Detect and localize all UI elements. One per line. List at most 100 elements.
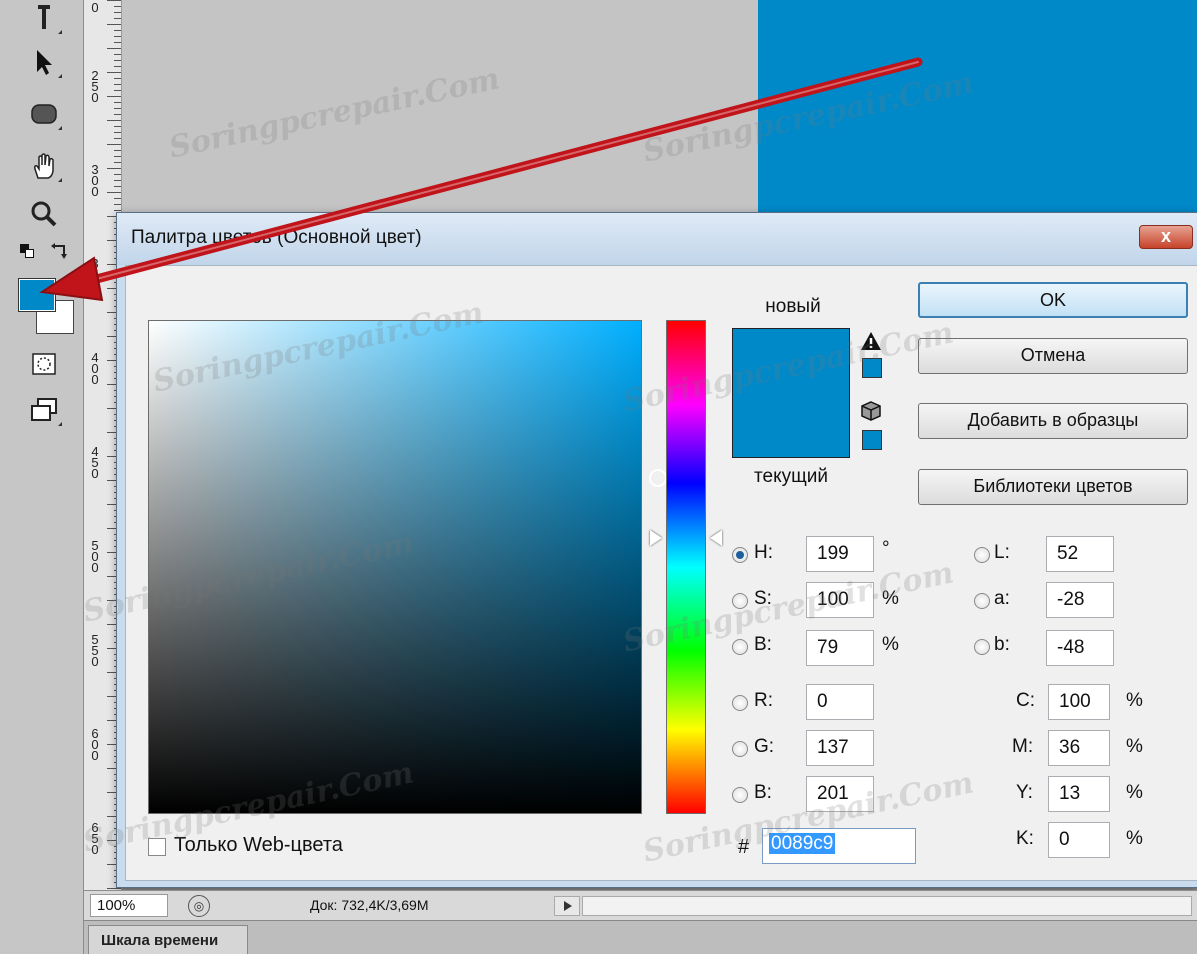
black-field[interactable]: 0 (1048, 822, 1110, 858)
canvas-blue-area[interactable] (758, 0, 1197, 215)
ruler-tick (114, 156, 121, 157)
blue-field[interactable]: 201 (806, 776, 874, 812)
ruler-tick (114, 174, 121, 175)
dialog-body: новый текущий OK Отмена Добавить в образ… (125, 265, 1197, 881)
blue-radio[interactable] (732, 787, 748, 803)
lab-a-field[interactable]: -28 (1046, 582, 1114, 618)
path-selection-tool[interactable] (22, 44, 66, 80)
zoom-tool-icon (31, 201, 57, 227)
hue-slider-left-arrow-icon[interactable] (650, 530, 662, 546)
saturation-field[interactable]: 100 (806, 582, 874, 618)
ruler-tick (114, 6, 121, 7)
lab-l-field[interactable]: 52 (1046, 536, 1114, 572)
ok-button[interactable]: OK (918, 282, 1188, 318)
default-colors-icon[interactable] (20, 244, 34, 258)
status-bar: 100% ◎ Док: 732,4K/3,69M (84, 890, 1197, 920)
canvas-gray-area[interactable] (122, 0, 758, 215)
blue-label: B: (754, 782, 772, 803)
ruler-tick (114, 42, 121, 43)
lab-b-label: b: (994, 634, 1010, 655)
ruler-label: 250 (91, 68, 99, 105)
status-menu-arrow-icon[interactable] (554, 896, 580, 916)
ruler-label: 0 (91, 0, 99, 15)
rounded-rectangle-tool[interactable] (22, 96, 66, 132)
ruler-tick (107, 96, 121, 97)
color-libraries-button[interactable]: Библиотеки цветов (918, 469, 1188, 505)
ruler-tick (114, 90, 121, 91)
timeline-tab[interactable]: Шкала времени (88, 925, 248, 954)
hue-field[interactable]: 199 (806, 536, 874, 572)
saturation-radio[interactable] (732, 593, 748, 609)
red-label: R: (754, 690, 773, 711)
hand-tool[interactable] (22, 148, 66, 184)
ruler-tick (114, 150, 121, 151)
color-field[interactable] (148, 320, 667, 814)
add-to-swatches-button[interactable]: Добавить в образцы (918, 403, 1188, 439)
cyan-field[interactable]: 100 (1048, 684, 1110, 720)
hue-radio[interactable] (732, 547, 748, 563)
screen-mode-icon (31, 398, 57, 421)
ruler-tick (114, 204, 121, 205)
current-color-swatch[interactable] (732, 393, 850, 458)
status-info-icon[interactable]: ◎ (188, 895, 210, 917)
screen-mode-tool[interactable] (22, 392, 66, 428)
ruler-tick (114, 138, 121, 139)
new-color-swatch (732, 328, 850, 393)
color-field-marker[interactable] (649, 469, 667, 487)
brightness-field[interactable]: 79 (806, 630, 874, 666)
ruler-tick (107, 72, 121, 73)
black-label: K: (1016, 828, 1034, 849)
hue-slider[interactable] (666, 320, 706, 814)
ruler-tick (107, 192, 121, 193)
ruler-tick (107, 24, 121, 25)
quick-mask-tool[interactable] (22, 346, 66, 382)
ruler-tick (114, 108, 121, 109)
ruler-tick (114, 180, 121, 181)
hex-hash-label: # (738, 836, 750, 858)
yellow-unit: % (1126, 782, 1143, 803)
type-tool[interactable] (22, 0, 66, 36)
close-icon: x (1160, 226, 1171, 246)
ruler-tick (107, 144, 121, 145)
web-only-label: Только Web-цвета (174, 834, 343, 856)
ruler-tick (107, 0, 121, 1)
tools-panel (0, 0, 84, 954)
gamut-color-swatch[interactable] (862, 358, 882, 378)
lab-a-label: a: (994, 588, 1010, 609)
swap-colors-icon[interactable] (50, 242, 70, 260)
close-button[interactable]: x (1139, 225, 1193, 249)
zoom-field[interactable]: 100% (90, 894, 168, 917)
hue-label: H: (754, 542, 773, 563)
hex-input[interactable]: 0089c9 (762, 828, 916, 864)
web-safe-cube-icon[interactable] (860, 400, 882, 422)
ruler-tick (114, 18, 121, 19)
ruler-tick (114, 102, 121, 103)
ruler-tick (114, 30, 121, 31)
ruler-label: 350 (91, 256, 99, 293)
ruler-tick (114, 198, 121, 199)
saturation-unit: % (882, 588, 899, 609)
cancel-button[interactable]: Отмена (918, 338, 1188, 374)
zoom-tool[interactable] (22, 196, 66, 232)
web-only-checkbox[interactable] (148, 838, 166, 856)
magenta-field[interactable]: 36 (1048, 730, 1110, 766)
red-field[interactable]: 0 (806, 684, 874, 720)
lab-b-radio[interactable] (974, 639, 990, 655)
green-field[interactable]: 137 (806, 730, 874, 766)
red-radio[interactable] (732, 695, 748, 711)
lab-b-field[interactable]: -48 (1046, 630, 1114, 666)
hue-slider-right-arrow-icon[interactable] (710, 530, 722, 546)
out-of-gamut-warning-icon[interactable] (860, 330, 882, 352)
horizontal-scrollbar[interactable] (582, 896, 1192, 916)
ruler-tick (114, 66, 121, 67)
brightness-radio[interactable] (732, 639, 748, 655)
foreground-color-swatch[interactable] (18, 278, 56, 312)
green-radio[interactable] (732, 741, 748, 757)
dialog-titlebar[interactable]: Палитра цветов (Основной цвет) x (117, 213, 1197, 265)
lab-a-radio[interactable] (974, 593, 990, 609)
web-safe-color-swatch[interactable] (862, 430, 882, 450)
timeline-panel: Шкала времени (84, 920, 1197, 954)
yellow-field[interactable]: 13 (1048, 776, 1110, 812)
lab-l-radio[interactable] (974, 547, 990, 563)
ruler-tick (114, 132, 121, 133)
